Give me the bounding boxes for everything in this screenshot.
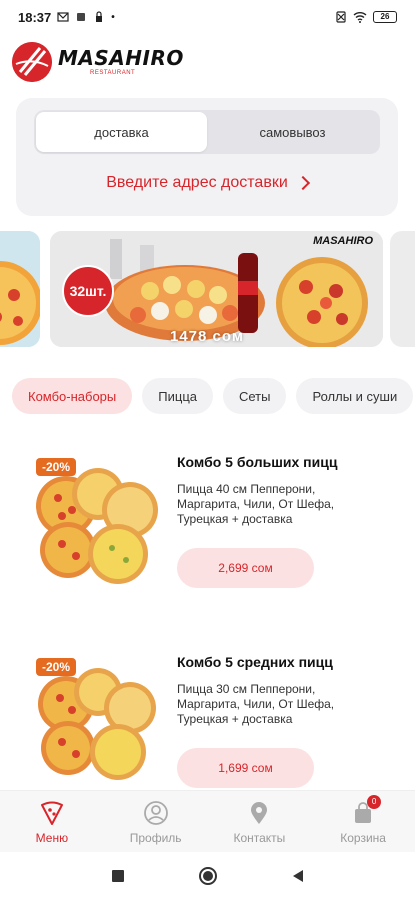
tab-pickup[interactable]: самовывоз xyxy=(207,112,378,152)
square-icon xyxy=(111,870,124,882)
category-chips: Комбо-наборы Пицца Сеты Роллы и суши xyxy=(12,378,414,414)
product-description: Пицца 40 см Пепперони, Маргарита, Чили, … xyxy=(177,482,335,526)
wifi-icon xyxy=(353,12,367,23)
chip-sets[interactable]: Сеты xyxy=(223,378,287,414)
no-sim-icon xyxy=(336,11,346,23)
discount-badge: -20% xyxy=(36,458,77,476)
nav-cart-label: Корзина xyxy=(340,830,386,845)
product-image[interactable]: -20% xyxy=(32,658,158,784)
add-to-cart-price-button[interactable]: 1,699 сом xyxy=(177,748,314,788)
pizza-slice-icon xyxy=(38,799,66,827)
nav-cart[interactable]: 0 Корзина xyxy=(311,791,415,852)
chip-rolls-sushi[interactable]: Роллы и суши xyxy=(296,378,414,414)
delivery-card: доставка самовывоз Введите адрес доставк… xyxy=(16,98,398,216)
banner-piece-count: 32шт. xyxy=(62,265,114,317)
battery-icon: 26 xyxy=(373,11,397,23)
nav-contacts[interactable]: Контакты xyxy=(208,791,312,852)
discount-badge: -20% xyxy=(36,658,77,676)
add-to-cart-price-button[interactable]: 2,699 сом xyxy=(177,548,314,588)
product-image[interactable]: -20% xyxy=(32,458,158,584)
nav-menu[interactable]: Меню xyxy=(0,791,104,852)
brand-subtitle: RESTAURANT xyxy=(90,70,136,76)
enter-address-link[interactable]: Введите адрес доставки xyxy=(16,174,398,192)
banner-brand: MASAHIRO xyxy=(313,235,373,247)
lock-notification-icon xyxy=(96,11,103,22)
circle-icon xyxy=(198,867,217,885)
product-title: Комбо 5 средних пицц xyxy=(177,654,333,670)
battery-level: 26 xyxy=(380,12,390,21)
chevron-right-icon xyxy=(295,175,310,191)
delivery-mode-toggle: доставка самовывоз xyxy=(34,110,380,154)
app-header: MASAHIRO RESTAURANT xyxy=(12,38,184,86)
product-title: Комбо 5 больших пицц xyxy=(177,454,338,470)
brand-name: MASAHIRO xyxy=(58,46,184,70)
system-nav-bar xyxy=(0,852,415,900)
nav-contacts-label: Контакты xyxy=(233,830,286,845)
recent-apps-button[interactable] xyxy=(108,866,128,886)
tab-delivery[interactable]: доставка xyxy=(36,112,207,152)
home-button[interactable] xyxy=(198,866,218,886)
user-icon xyxy=(142,799,170,827)
status-bar: 18:37 • 26 xyxy=(0,0,415,34)
back-triangle-icon xyxy=(292,870,303,882)
promo-carousel[interactable]: 32шт. 1478 сом MASAHIRO xyxy=(0,231,415,347)
dot-icon: • xyxy=(111,11,115,23)
gmail-icon xyxy=(57,12,69,22)
app-notification-icon xyxy=(77,13,86,21)
shopping-bag-icon: 0 xyxy=(349,794,382,827)
status-time: 18:37 xyxy=(18,9,52,25)
promo-banner-prev[interactable] xyxy=(0,231,40,347)
location-pin-icon xyxy=(245,799,273,827)
product-card[interactable]: -20% Комбо 5 больших пицц Пицца 40 см Пе… xyxy=(0,452,415,622)
nav-profile[interactable]: Профиль xyxy=(104,791,208,852)
nav-menu-label: Меню xyxy=(35,830,69,845)
product-description: Пицца 30 см Пепперони, Маргарита, Чили, … xyxy=(177,682,335,726)
bottom-nav: Меню Профиль Контакты 0 Корзина xyxy=(0,790,415,852)
promo-banner[interactable]: 32шт. 1478 сом MASAHIRO xyxy=(50,231,383,347)
brand-logo-icon xyxy=(12,42,52,82)
nav-profile-label: Профиль xyxy=(129,830,182,845)
chip-pizza[interactable]: Пицца xyxy=(142,378,213,414)
promo-banner-next[interactable] xyxy=(390,231,415,347)
banner-price: 1478 сом xyxy=(170,328,244,345)
back-button[interactable] xyxy=(288,866,308,886)
address-prompt: Введите адрес доставки xyxy=(106,174,288,191)
chip-combo-sets[interactable]: Комбо-наборы xyxy=(12,378,133,414)
cart-count-badge: 0 xyxy=(367,794,382,809)
